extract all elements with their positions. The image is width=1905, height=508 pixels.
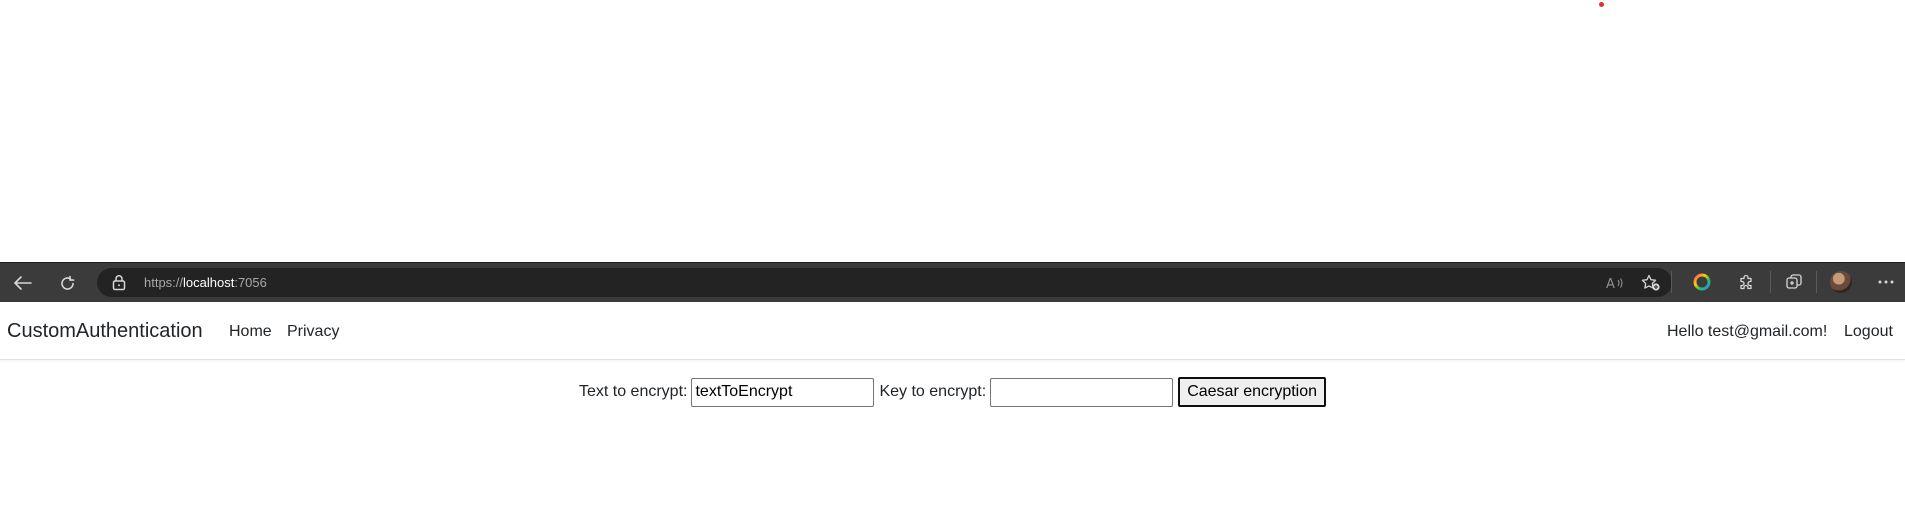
logout-link[interactable]: Logout — [1844, 322, 1893, 342]
cursor-dot — [1599, 2, 1604, 7]
lock-icon[interactable] — [112, 274, 128, 292]
key-to-encrypt-label: Key to encrypt: — [879, 383, 987, 400]
text-to-encrypt-label: Text to encrypt: — [578, 383, 688, 400]
more-icon[interactable] — [1874, 262, 1898, 302]
back-arrow-icon[interactable] — [10, 263, 36, 303]
toolbar-separator — [1671, 271, 1672, 293]
url-scheme: https:// — [144, 275, 184, 290]
blank-page-area — [0, 0, 1905, 262]
extensions-icon[interactable] — [1734, 262, 1758, 302]
key-to-encrypt-input[interactable] — [990, 377, 1174, 407]
read-aloud-icon[interactable]: A — [1604, 263, 1626, 303]
profile-avatar[interactable] — [1830, 271, 1852, 293]
address-bar[interactable] — [97, 268, 1672, 297]
nav-link-privacy[interactable]: Privacy — [287, 322, 339, 342]
url-host: localhost — [183, 275, 235, 290]
refresh-icon[interactable] — [54, 263, 80, 303]
browser-toolbar: https://localhost:7056 A — [0, 262, 1905, 302]
svg-text:A: A — [1606, 277, 1615, 290]
address-url[interactable]: https://localhost:7056 — [144, 274, 267, 291]
toolbar-separator — [1816, 271, 1817, 293]
favorite-add-icon[interactable] — [1640, 263, 1662, 303]
url-port: :7056 — [234, 275, 267, 290]
brand-link[interactable]: CustomAuthentication — [7, 319, 203, 343]
color-wheel-icon[interactable] — [1690, 262, 1714, 302]
app-navbar: CustomAuthentication Home Privacy Hello … — [0, 302, 1905, 360]
user-greeting[interactable]: Hello test@gmail.com! — [1667, 322, 1827, 342]
encryption-form: Text to encrypt: Key to encrypt: Caesar … — [0, 376, 1905, 408]
text-to-encrypt-input[interactable] — [691, 377, 875, 407]
collections-icon[interactable] — [1782, 262, 1806, 302]
caesar-encryption-button[interactable]: Caesar encryption — [1178, 377, 1327, 407]
toolbar-separator — [1770, 271, 1771, 293]
nav-link-home[interactable]: Home — [229, 322, 272, 342]
